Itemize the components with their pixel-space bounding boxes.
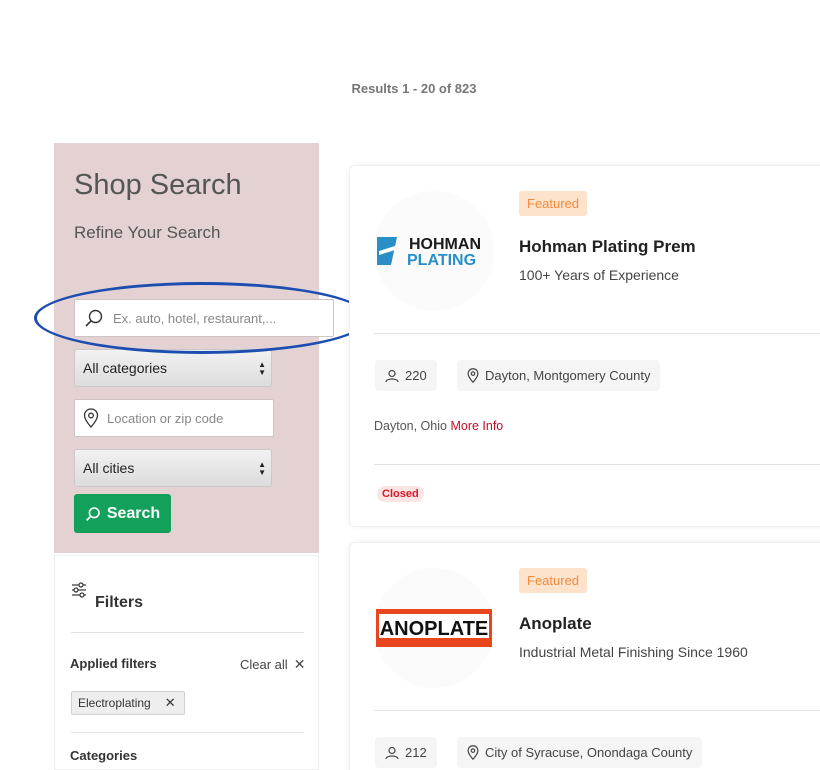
location-pin-icon [467,745,479,760]
listing-tagline: Industrial Metal Finishing Since 1960 [519,644,748,660]
employee-count: 212 [405,745,427,760]
employee-count-pill: 212 [375,737,437,768]
listing-logo: ANOPLATE [374,568,494,688]
divider [374,333,820,334]
close-icon: ✕ [293,656,306,672]
results-count: Results 1 - 20 of 823 [351,81,477,96]
status-badge: Closed [377,486,424,502]
clear-all-button[interactable]: Clear all ✕ [240,656,305,673]
location-pill-text: Dayton, Montgomery County [485,368,651,383]
categories-label: Categories [70,748,138,763]
location-pill-text: City of Syracuse, Onondaga County [485,745,693,760]
location-pill: Dayton, Montgomery County [457,360,661,391]
filters-title: Filters [95,594,144,611]
keyword-field[interactable] [74,299,334,337]
listing-location-text: Dayton, Ohio [374,419,447,433]
filter-chip-electroplating[interactable]: Electroplating ✕ [71,691,185,715]
location-input[interactable] [107,410,283,426]
listing-card[interactable]: ANOPLATE Featured Anoplate Industrial Me… [349,542,820,770]
location-pin-icon [83,407,99,429]
employee-count: 220 [405,368,427,383]
logo-text: ANOPLATE [380,618,489,640]
more-info-link[interactable]: More Info [450,419,503,433]
featured-badge: Featured [519,568,588,593]
divider [374,710,820,711]
user-icon [385,369,399,382]
featured-badge: Featured [519,191,588,216]
divider [71,632,304,633]
city-select-value: All cities [83,460,135,476]
location-field[interactable] [74,399,283,437]
filters-panel: Filters Applied filters Clear all ✕ Elec… [54,555,319,770]
panel-subtitle: Refine Your Search [74,223,221,242]
keyword-input[interactable] [113,310,313,326]
select-arrows-icon: ▲ ▼ [258,460,266,477]
search-icon [85,506,100,521]
listing-title[interactable]: Hohman Plating Prem [519,237,696,257]
sliders-icon [72,582,86,598]
listing-title[interactable]: Anoplate [519,614,592,634]
location-pin-icon [467,368,479,383]
filters-header: Filters [71,582,143,612]
city-select[interactable]: All cities ▲ ▼ [74,449,272,487]
shop-search-panel: Shop Search Refine Your Search All categ… [54,143,334,553]
listing-logo: HOHMAN PLATING [374,191,494,311]
user-icon [385,746,399,759]
listing-card[interactable]: HOHMAN PLATING Featured Hohman Plating P… [349,165,820,527]
listing-location: Dayton, Ohio More Info [374,419,503,433]
listing-tagline: 100+ Years of Experience [519,267,679,283]
logo-text: PLATING [407,252,476,268]
panel-title: Shop Search [74,169,242,201]
close-icon[interactable]: ✕ [165,695,176,711]
category-select-value: All categories [83,360,168,376]
category-select[interactable]: All categories ▲ ▼ [74,349,272,387]
search-button-label: Search [106,504,161,522]
clear-all-label: Clear all [240,657,288,672]
search-button[interactable]: Search [74,494,171,533]
logo-text: HOHMAN [409,236,481,253]
select-arrows-icon: ▲ ▼ [258,360,266,377]
search-icon [83,307,105,329]
divider [71,732,304,733]
location-pill: City of Syracuse, Onondaga County [457,737,703,768]
employee-count-pill: 220 [375,360,437,391]
filter-chip-label: Electroplating [78,696,151,710]
applied-filters-label: Applied filters [70,656,157,671]
divider [374,464,820,465]
